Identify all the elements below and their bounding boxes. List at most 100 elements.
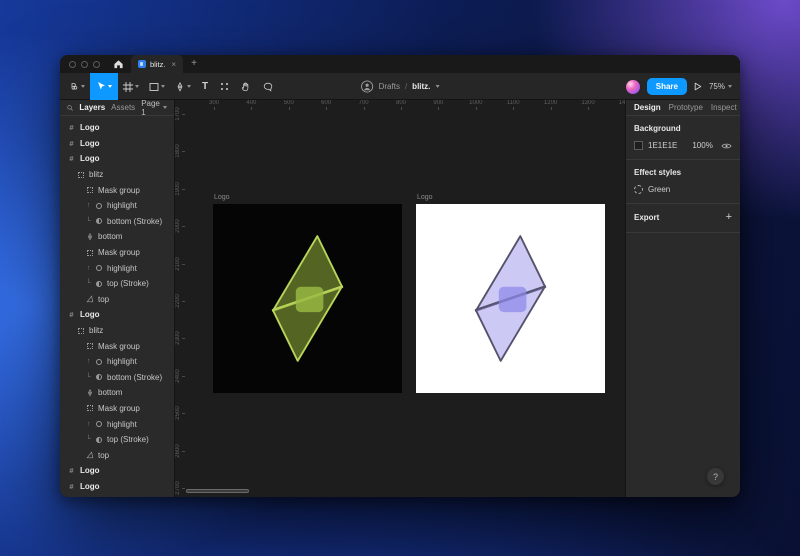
tab-assets[interactable]: Assets: [111, 103, 135, 112]
file-name[interactable]: blitz.: [412, 82, 430, 91]
figma-menu-icon: [69, 82, 79, 92]
project-name[interactable]: Drafts: [379, 82, 400, 91]
ruler-tick: [326, 107, 327, 110]
tab-inspect[interactable]: Inspect: [711, 103, 737, 112]
shape-tool-button[interactable]: [144, 73, 170, 100]
artboard-dark[interactable]: Logo: [213, 204, 402, 393]
new-tab-button[interactable]: +: [191, 59, 197, 69]
resources-tool-button[interactable]: [214, 73, 235, 100]
layer-row[interactable]: #Logo: [60, 307, 174, 323]
chevron-down-icon[interactable]: [435, 85, 439, 88]
layer-name: Logo: [80, 466, 100, 475]
chevron-down-icon: [135, 85, 139, 88]
ruler-tick: [182, 451, 185, 452]
layer-row[interactable]: #Logo: [60, 479, 174, 495]
layer-row[interactable]: └top (Stroke): [60, 276, 174, 292]
zoom-menu[interactable]: 75%: [709, 82, 732, 91]
color-swatch[interactable]: [634, 141, 643, 150]
ruler-tick-label: 500: [278, 100, 300, 106]
breadcrumb[interactable]: Drafts / blitz.: [361, 73, 440, 100]
search-icon[interactable]: [67, 104, 73, 112]
file-tab[interactable]: blitz. ×: [131, 55, 183, 73]
main-menu-button[interactable]: [64, 73, 90, 100]
layer-name: top: [98, 451, 109, 460]
hand-tool-button[interactable]: [235, 73, 257, 100]
lightning-bolt-logo[interactable]: [416, 204, 605, 393]
mask-group-icon: [84, 343, 95, 349]
add-export-button[interactable]: +: [726, 212, 732, 223]
effect-style-item[interactable]: Green: [634, 185, 732, 194]
layer-row[interactable]: └bottom (Stroke): [60, 370, 174, 386]
ruler-tick-label: 600: [315, 100, 337, 106]
layer-name: bottom (Stroke): [107, 217, 162, 226]
layer-row[interactable]: └top (Stroke): [60, 432, 174, 448]
move-tool-button[interactable]: [90, 73, 118, 100]
lightning-bolt-logo[interactable]: [213, 204, 402, 393]
pen-tool-button[interactable]: [170, 73, 196, 100]
layer-row[interactable]: #Logo: [60, 120, 174, 136]
layer-row[interactable]: #Logo: [60, 136, 174, 152]
window-minimize-button[interactable]: [81, 61, 88, 68]
layer-row[interactable]: blitz: [60, 167, 174, 183]
window-close-button[interactable]: [69, 61, 76, 68]
layer-row[interactable]: Mask group: [60, 338, 174, 354]
tab-prototype[interactable]: Prototype: [669, 103, 703, 112]
ruler-tick: [551, 107, 552, 110]
ellipse-icon: [93, 421, 104, 427]
page-selector[interactable]: Page 1: [141, 100, 167, 117]
ruler-tick: [182, 338, 185, 339]
layer-row[interactable]: Mask group: [60, 245, 174, 261]
home-button[interactable]: [109, 55, 127, 73]
figma-window: blitz. × +: [60, 55, 740, 497]
layer-row[interactable]: #Logo: [60, 151, 174, 167]
desktop-background: blitz. × +: [0, 0, 800, 556]
help-button[interactable]: ?: [707, 468, 724, 485]
window-zoom-button[interactable]: [93, 61, 100, 68]
artboard-label[interactable]: Logo: [417, 194, 433, 201]
layer-row[interactable]: bottom: [60, 385, 174, 401]
artboard-label[interactable]: Logo: [214, 194, 230, 201]
background-opacity[interactable]: 100%: [692, 141, 712, 150]
layer-row[interactable]: blitz: [60, 323, 174, 339]
ruler-tick-label: 1100: [502, 100, 524, 106]
frame-icon: #: [66, 482, 77, 491]
ellipse-icon: [93, 203, 104, 209]
effect-styles-title: Effect styles: [634, 168, 732, 177]
share-button[interactable]: Share: [647, 78, 687, 95]
present-icon[interactable]: [694, 82, 702, 91]
user-avatar[interactable]: [626, 80, 640, 94]
layer-row[interactable]: Mask group: [60, 401, 174, 417]
layer-name: Logo: [80, 139, 100, 148]
visibility-toggle[interactable]: [721, 142, 732, 150]
layer-row[interactable]: top: [60, 292, 174, 308]
layer-row[interactable]: top: [60, 447, 174, 463]
layer-name: Logo: [80, 154, 100, 163]
layer-row[interactable]: bottom: [60, 229, 174, 245]
frame-tool-button[interactable]: [118, 73, 144, 100]
ruler-tick-label: 800: [390, 100, 412, 106]
ruler-tick: [401, 107, 402, 110]
canvas[interactable]: 3004005006007008009001000110012001300140…: [175, 100, 625, 497]
layer-row[interactable]: Mask group: [60, 182, 174, 198]
ruler-tick: [182, 151, 185, 152]
stroke-shape-icon: [93, 218, 104, 224]
vertical-ruler: 1700180019002000210022002300240025002600…: [175, 100, 185, 497]
background-hex[interactable]: 1E1E1E: [648, 141, 677, 150]
ruler-tick: [289, 107, 290, 110]
horizontal-scrollbar[interactable]: [186, 489, 249, 493]
layer-row[interactable]: ↑highlight: [60, 354, 174, 370]
layer-row[interactable]: ↑highlight: [60, 198, 174, 214]
artboard-light[interactable]: Logo: [416, 204, 605, 393]
comment-tool-button[interactable]: [257, 73, 279, 100]
tab-close-icon[interactable]: ×: [171, 60, 176, 69]
tab-design[interactable]: Design: [634, 103, 661, 112]
mask-indicator-icon: ↑: [84, 358, 93, 365]
layer-row[interactable]: #Logo: [60, 463, 174, 479]
text-tool-button[interactable]: T: [196, 73, 214, 100]
layer-row[interactable]: ↑highlight: [60, 416, 174, 432]
tab-layers[interactable]: Layers: [79, 103, 105, 112]
layer-row[interactable]: └bottom (Stroke): [60, 214, 174, 230]
layer-row[interactable]: ↑highlight: [60, 260, 174, 276]
ruler-tick: [182, 376, 185, 377]
tab-bar: blitz. × +: [60, 55, 740, 73]
